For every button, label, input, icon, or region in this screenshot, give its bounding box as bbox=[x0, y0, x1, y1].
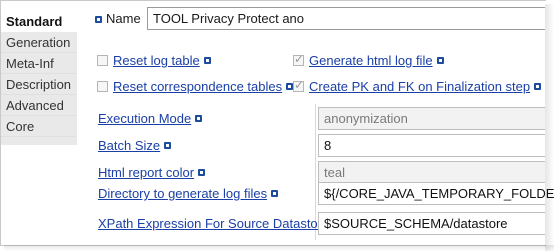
reset-log-table-link[interactable]: Reset log table bbox=[113, 53, 200, 68]
tab-list: Standard Generation Meta-Inf Description… bbox=[1, 11, 77, 145]
log-directory-field[interactable]: ${/CORE_JAVA_TEMPORARY_FOLDER}$ bbox=[318, 182, 554, 205]
generate-html-log-link[interactable]: Generate html log file bbox=[309, 53, 433, 68]
panel-shadow bbox=[545, 4, 554, 251]
info-icon[interactable] bbox=[436, 57, 444, 65]
tab-generation[interactable]: Generation bbox=[1, 32, 77, 53]
html-report-color-label: Html report color bbox=[98, 165, 206, 180]
reset-correspondence-link[interactable]: Reset correspondence tables bbox=[113, 79, 282, 94]
tab-advanced[interactable]: Advanced bbox=[1, 95, 77, 116]
xpath-expression-label: XPath Expression For Source Datastores bbox=[98, 216, 347, 231]
info-icon[interactable] bbox=[164, 142, 172, 150]
name-label: Name bbox=[106, 11, 141, 26]
panel-shadow bbox=[4, 245, 554, 251]
info-icon[interactable] bbox=[271, 190, 279, 198]
info-icon[interactable] bbox=[203, 57, 211, 65]
xpath-expression-link[interactable]: XPath Expression For Source Datastores bbox=[98, 216, 336, 231]
create-pk-fk-link[interactable]: Create PK and FK on Finalization step bbox=[309, 79, 530, 94]
execution-mode-link[interactable]: Execution Mode bbox=[98, 111, 191, 126]
tab-strip: Standard Generation Meta-Inf Description… bbox=[1, 1, 77, 244]
log-directory-label: Directory to generate log files bbox=[98, 186, 279, 201]
info-icon[interactable] bbox=[198, 169, 206, 177]
reset-correspondence-checkbox[interactable] bbox=[97, 81, 108, 93]
create-pk-fk-option[interactable]: Create PK and FK on Finalization step bbox=[293, 78, 542, 94]
generate-html-log-option[interactable]: Generate html log file bbox=[293, 52, 444, 68]
reset-log-table-checkbox[interactable] bbox=[97, 55, 108, 67]
tab-description[interactable]: Description bbox=[1, 74, 77, 95]
name-field[interactable]: TOOL Privacy Protect ano bbox=[147, 7, 545, 30]
info-icon[interactable] bbox=[95, 16, 102, 23]
reset-correspondence-option[interactable]: Reset correspondence tables bbox=[97, 79, 294, 94]
tab-standard[interactable]: Standard bbox=[1, 11, 77, 32]
html-report-color-field[interactable]: teal bbox=[318, 161, 545, 184]
tab-core[interactable]: Core bbox=[1, 116, 77, 137]
log-directory-link[interactable]: Directory to generate log files bbox=[98, 186, 267, 201]
execution-mode-label: Execution Mode bbox=[98, 111, 203, 126]
html-report-color-link[interactable]: Html report color bbox=[98, 165, 194, 180]
create-pk-fk-checkbox[interactable] bbox=[293, 78, 304, 93]
info-icon[interactable] bbox=[195, 115, 203, 123]
batch-size-label: Batch Size bbox=[98, 138, 172, 153]
tab-meta-inf[interactable]: Meta-Inf bbox=[1, 53, 77, 74]
execution-mode-field[interactable]: anonymization bbox=[318, 107, 545, 130]
reset-log-table-option[interactable]: Reset log table bbox=[97, 53, 211, 68]
batch-size-link[interactable]: Batch Size bbox=[98, 138, 160, 153]
info-icon[interactable] bbox=[534, 83, 542, 91]
batch-size-field[interactable]: 8 bbox=[318, 134, 545, 157]
generate-html-log-checkbox[interactable] bbox=[293, 52, 304, 67]
xpath-expression-field[interactable]: $SOURCE_SCHEMA/datastore bbox=[318, 212, 545, 235]
